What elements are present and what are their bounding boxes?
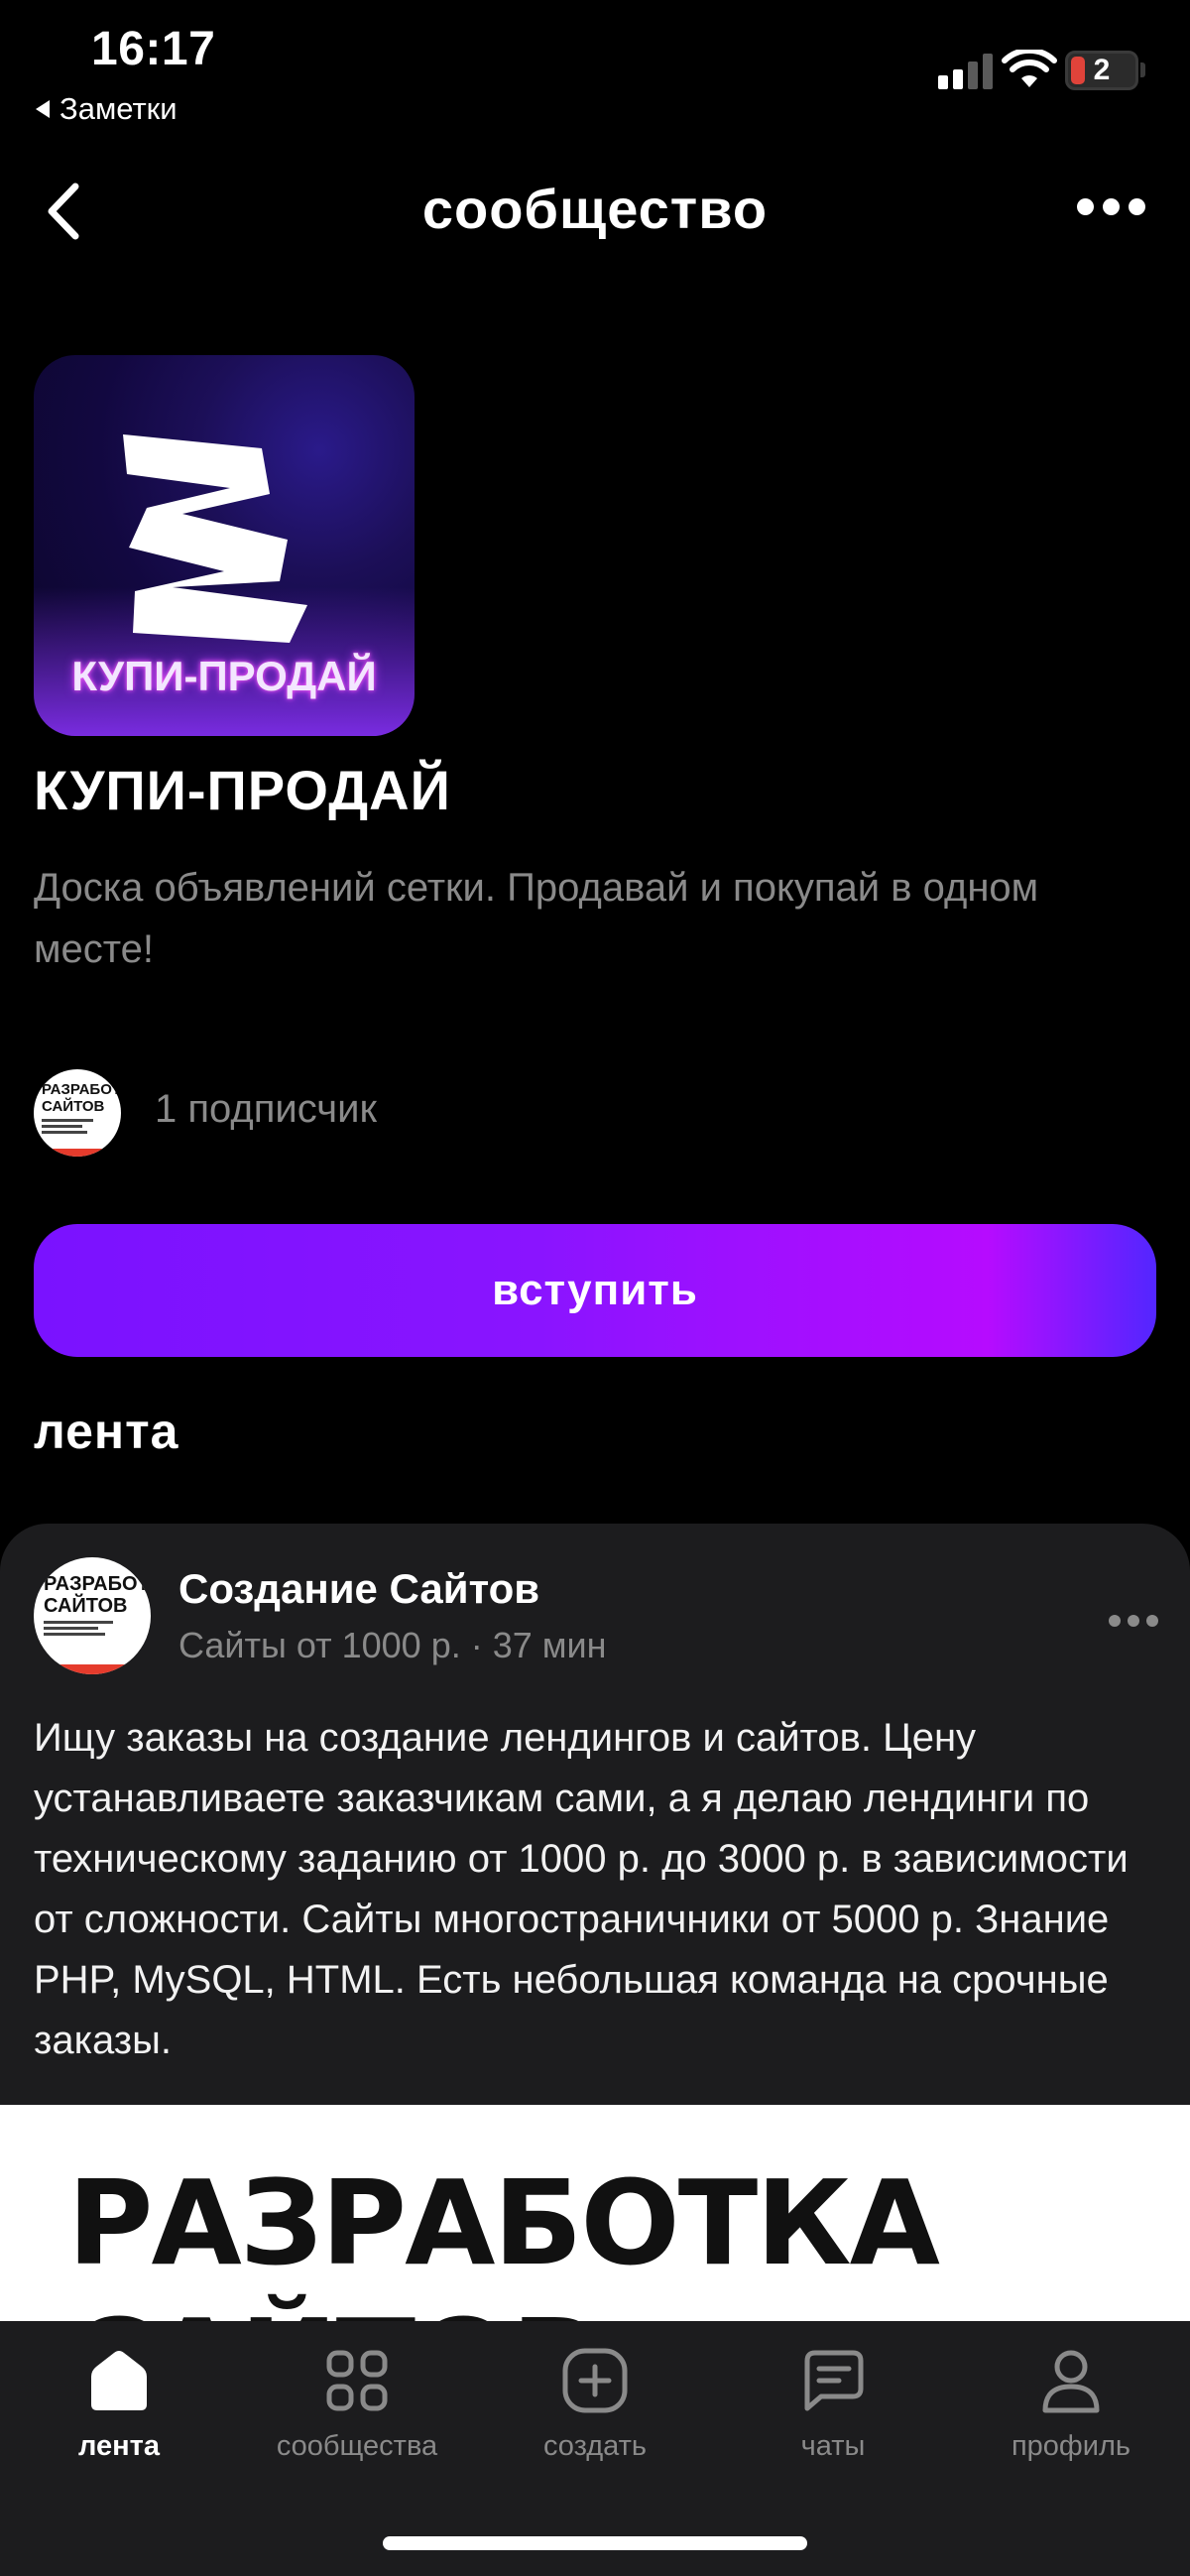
home-icon xyxy=(91,2351,147,2410)
post-more-icon[interactable] xyxy=(1109,1615,1158,1627)
post-author-avatar[interactable]: РАЗРАБОТКА САЙТОВ xyxy=(34,1557,151,1674)
subscriber-avatar[interactable]: РАЗРАБОТКА САЙТОВ xyxy=(34,1069,121,1157)
battery-icon: 2 xyxy=(1065,51,1138,90)
logo-caption: КУПИ-ПРОДАЙ xyxy=(71,653,377,699)
post-image-line1: РАЗРАБОТКА xyxy=(67,2154,940,2291)
subscriber-count[interactable]: 1 подписчик xyxy=(155,1087,377,1132)
battery-tip xyxy=(1140,62,1145,77)
back-app-label: Заметки xyxy=(60,91,178,126)
chat-icon xyxy=(804,2350,864,2411)
post-meta: Сайты от 1000 р. · 37 мин xyxy=(178,1625,607,1665)
post-author-name[interactable]: Создание Сайтов xyxy=(178,1565,539,1613)
wifi-icon xyxy=(1002,50,1057,87)
status-time: 16:17 xyxy=(91,23,216,75)
tab-feed[interactable]: лента xyxy=(0,2345,238,2484)
grid-icon xyxy=(326,2350,388,2411)
tab-create[interactable]: создать xyxy=(476,2345,714,2484)
join-button[interactable]: вступить xyxy=(34,1224,1156,1357)
home-indicator[interactable] xyxy=(383,2536,807,2550)
tab-communities[interactable]: сообщества xyxy=(238,2345,476,2484)
zigzag-logo-icon xyxy=(123,434,307,643)
plus-square-icon xyxy=(562,2348,628,2413)
community-logo: КУПИ-ПРОДАЙ xyxy=(34,355,415,736)
battery-level: 2 xyxy=(1093,54,1111,86)
back-triangle-icon xyxy=(36,100,50,118)
post-text: Ищу заказы на создание лендингов и сайто… xyxy=(34,1716,1129,2062)
back-to-app-link[interactable]: Заметки xyxy=(36,91,178,127)
tab-label: чаты xyxy=(800,2430,866,2462)
tab-label: профиль xyxy=(1011,2430,1131,2462)
screen: 16:17 Заметки 2 сообщество КУПИ-ПРОДАЙ К… xyxy=(0,0,1190,2576)
tab-label: лента xyxy=(77,2430,160,2462)
page-title: сообщество xyxy=(421,178,769,240)
community-name: КУПИ-ПРОДАЙ xyxy=(34,759,451,821)
tab-profile[interactable]: профиль xyxy=(952,2345,1190,2484)
tab-chats[interactable]: чаты xyxy=(714,2345,952,2484)
more-options-icon[interactable] xyxy=(1077,198,1145,215)
tab-label: создать xyxy=(542,2430,648,2462)
cellular-signal-icon xyxy=(938,52,993,89)
person-icon xyxy=(1042,2350,1100,2413)
tab-label: сообщества xyxy=(276,2430,438,2462)
community-description: Доска объявлений сетки. Продавай и покуп… xyxy=(34,866,1039,971)
feed-heading: лента xyxy=(34,1404,179,1459)
